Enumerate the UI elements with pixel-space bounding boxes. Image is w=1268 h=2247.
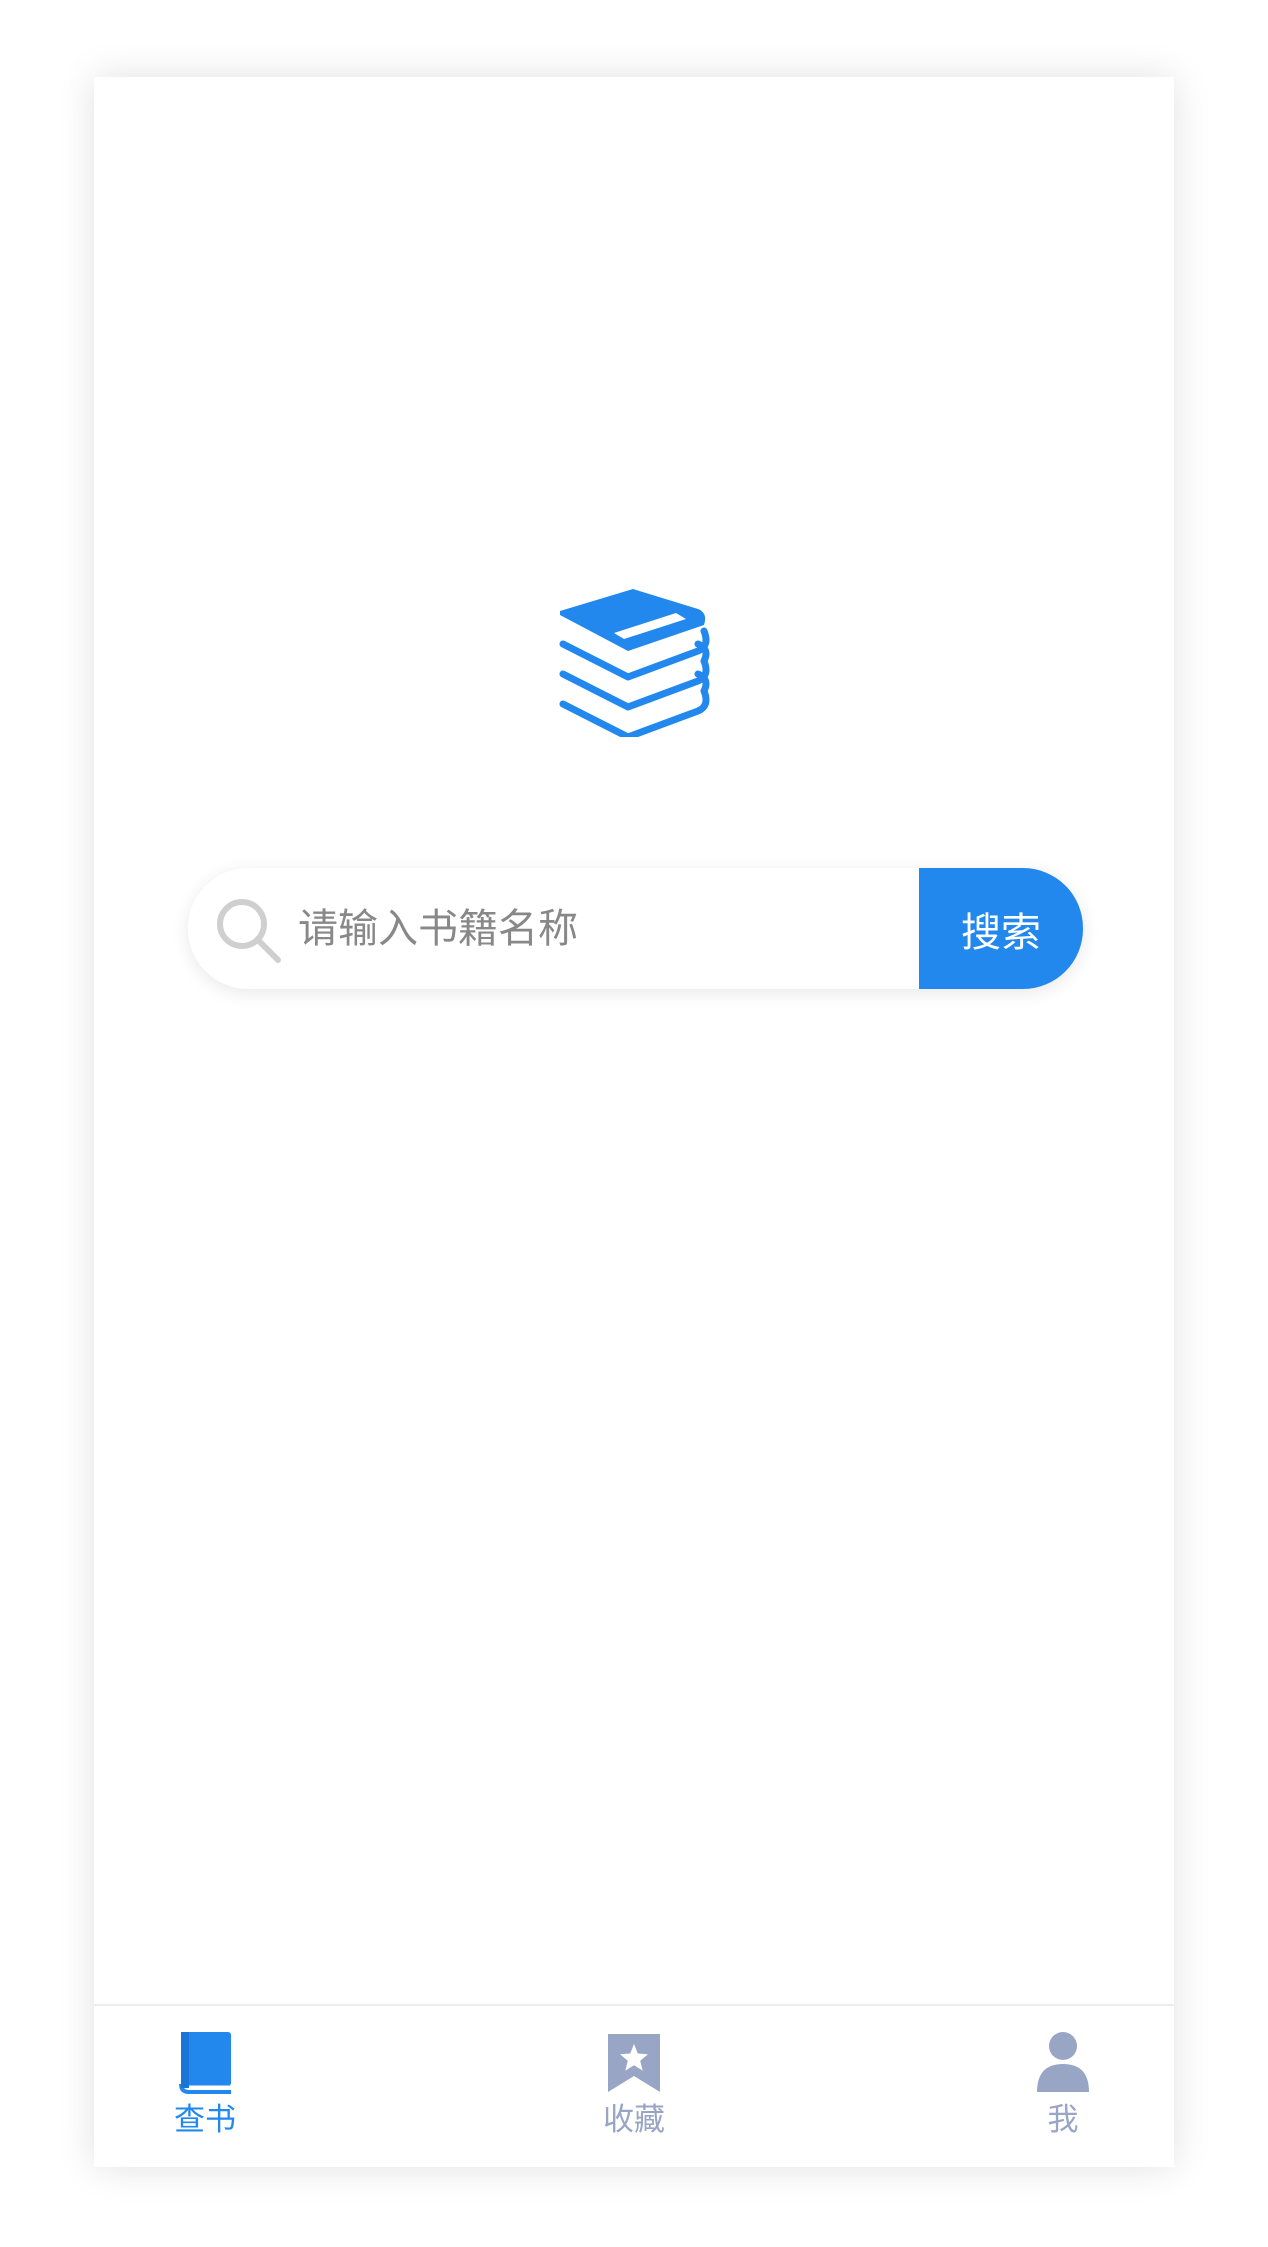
book-stack-icon xyxy=(559,589,710,737)
tab-label: 查书 xyxy=(174,2102,236,2138)
tab-label: 收藏 xyxy=(603,2102,665,2138)
bookmark-star-icon xyxy=(608,2034,660,2092)
search-button[interactable]: 搜索 xyxy=(919,868,1083,989)
search-icon xyxy=(217,899,281,963)
search-bar: 搜索 xyxy=(188,868,1083,989)
app-screen: 搜索 查书 收藏 我 xyxy=(94,77,1174,2167)
search-input[interactable] xyxy=(298,868,898,989)
user-icon xyxy=(1037,2032,1089,2092)
book-icon xyxy=(179,2032,231,2094)
tab-favorites[interactable]: 收藏 xyxy=(554,2006,714,2167)
bottom-tab-bar: 查书 收藏 我 xyxy=(94,2004,1174,2167)
tab-find-book[interactable]: 查书 xyxy=(125,2006,285,2167)
tab-me[interactable]: 我 xyxy=(983,2006,1143,2167)
tab-label: 我 xyxy=(1047,2102,1079,2138)
